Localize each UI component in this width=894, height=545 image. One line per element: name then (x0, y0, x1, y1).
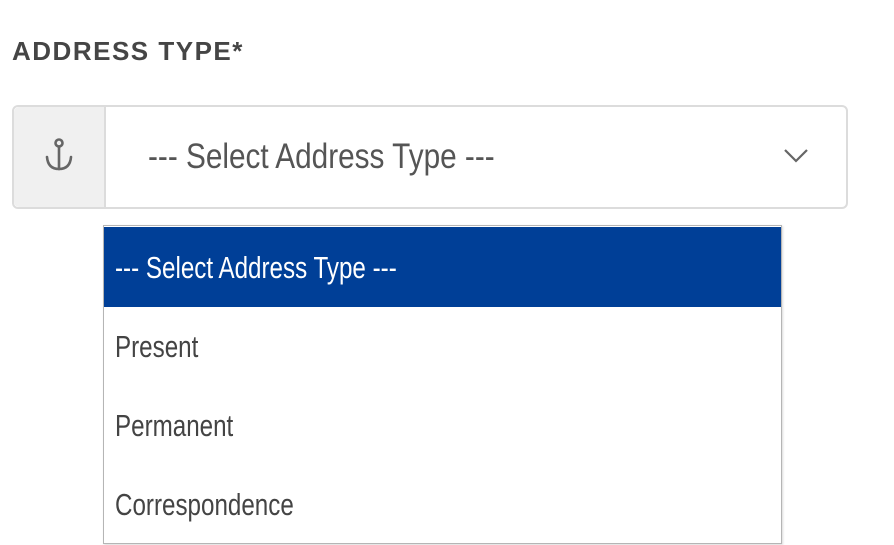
option-select-address-type[interactable]: --- Select Address Type --- (104, 227, 781, 307)
anchor-icon (42, 137, 76, 178)
chevron-down-icon[interactable] (782, 145, 810, 170)
option-label: Present (115, 329, 199, 364)
option-label: Permanent (115, 408, 234, 443)
address-type-select[interactable]: --- Select Address Type --- (12, 105, 848, 209)
address-type-label: ADDRESS TYPE* (12, 36, 244, 66)
option-label: --- Select Address Type --- (115, 250, 397, 285)
selected-value: --- Select Address Type --- (148, 137, 495, 176)
option-correspondence[interactable]: Correspondence (104, 465, 781, 544)
option-present[interactable]: Present (104, 307, 781, 386)
option-label: Correspondence (115, 487, 294, 522)
address-type-options-list: --- Select Address Type --- Present Perm… (103, 225, 782, 544)
option-permanent[interactable]: Permanent (104, 386, 781, 465)
input-addon (14, 107, 106, 207)
